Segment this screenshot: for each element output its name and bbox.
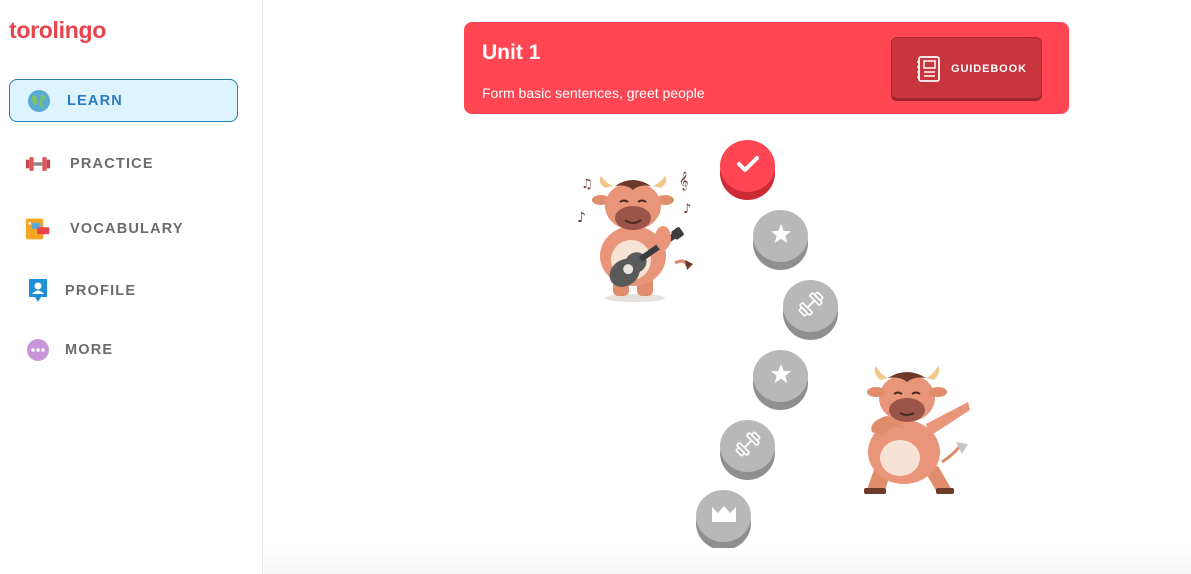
logo[interactable]: torolingo: [9, 17, 106, 44]
sidebar-item-label: MORE: [65, 341, 114, 358]
dumbbell-icon: [797, 290, 825, 323]
star-icon: [769, 222, 793, 251]
sidebar-item-label: LEARN: [67, 92, 123, 109]
sidebar-item-label: PRACTICE: [70, 155, 154, 172]
unit-banner: Unit 1 Form basic sentences, greet peopl…: [464, 22, 1069, 114]
sidebar-item-label: PROFILE: [65, 282, 137, 299]
sidebar-item-learn[interactable]: LEARN: [9, 79, 238, 122]
svg-text:♪: ♪: [683, 202, 691, 217]
bull-dab-mascot-icon: [852, 362, 977, 502]
svg-text:𝄞: 𝄞: [679, 171, 688, 191]
sidebar-item-label: VOCABULARY: [70, 220, 184, 237]
star-icon: [769, 362, 793, 391]
flashcards-icon: [25, 216, 51, 242]
guidebook-label: GUIDEBOOK: [951, 63, 1027, 75]
dumbbell-icon: [25, 151, 51, 177]
app-root: torolingo LEARN PRACTICE VOCABULARY PROF…: [0, 0, 1191, 574]
lesson-node-locked[interactable]: [696, 490, 751, 550]
unit-subtitle: Form basic sentences, greet people: [482, 85, 705, 101]
bull-guitar-mascot-icon: ♫ ♪ 𝄞 ♪: [575, 168, 705, 304]
lesson-node-locked[interactable]: [720, 420, 775, 480]
guidebook-button[interactable]: GUIDEBOOK: [891, 37, 1042, 99]
checkmark-icon: [736, 155, 759, 178]
bottom-fade: [264, 548, 1191, 574]
profile-icon: [25, 278, 51, 304]
sidebar-item-practice[interactable]: PRACTICE: [9, 142, 238, 185]
lesson-node-locked[interactable]: [783, 280, 838, 340]
sidebar-item-vocabulary[interactable]: VOCABULARY: [9, 207, 238, 250]
lesson-node-locked[interactable]: [753, 210, 808, 270]
svg-text:♪: ♪: [577, 210, 586, 226]
sidebar-item-more[interactable]: MORE: [9, 328, 238, 371]
lesson-node-locked[interactable]: [753, 350, 808, 410]
crown-icon: [710, 503, 738, 530]
more-dots-icon: [25, 337, 51, 363]
dumbbell-icon: [734, 430, 762, 463]
sidebar-item-profile[interactable]: PROFILE: [9, 269, 238, 312]
svg-text:♫: ♫: [581, 177, 593, 192]
globe-icon: [26, 88, 52, 114]
unit-title: Unit 1: [482, 41, 541, 64]
sidebar: torolingo LEARN PRACTICE VOCABULARY PROF…: [0, 0, 263, 574]
lesson-node-completed[interactable]: [720, 140, 775, 200]
notebook-icon: [916, 55, 942, 83]
